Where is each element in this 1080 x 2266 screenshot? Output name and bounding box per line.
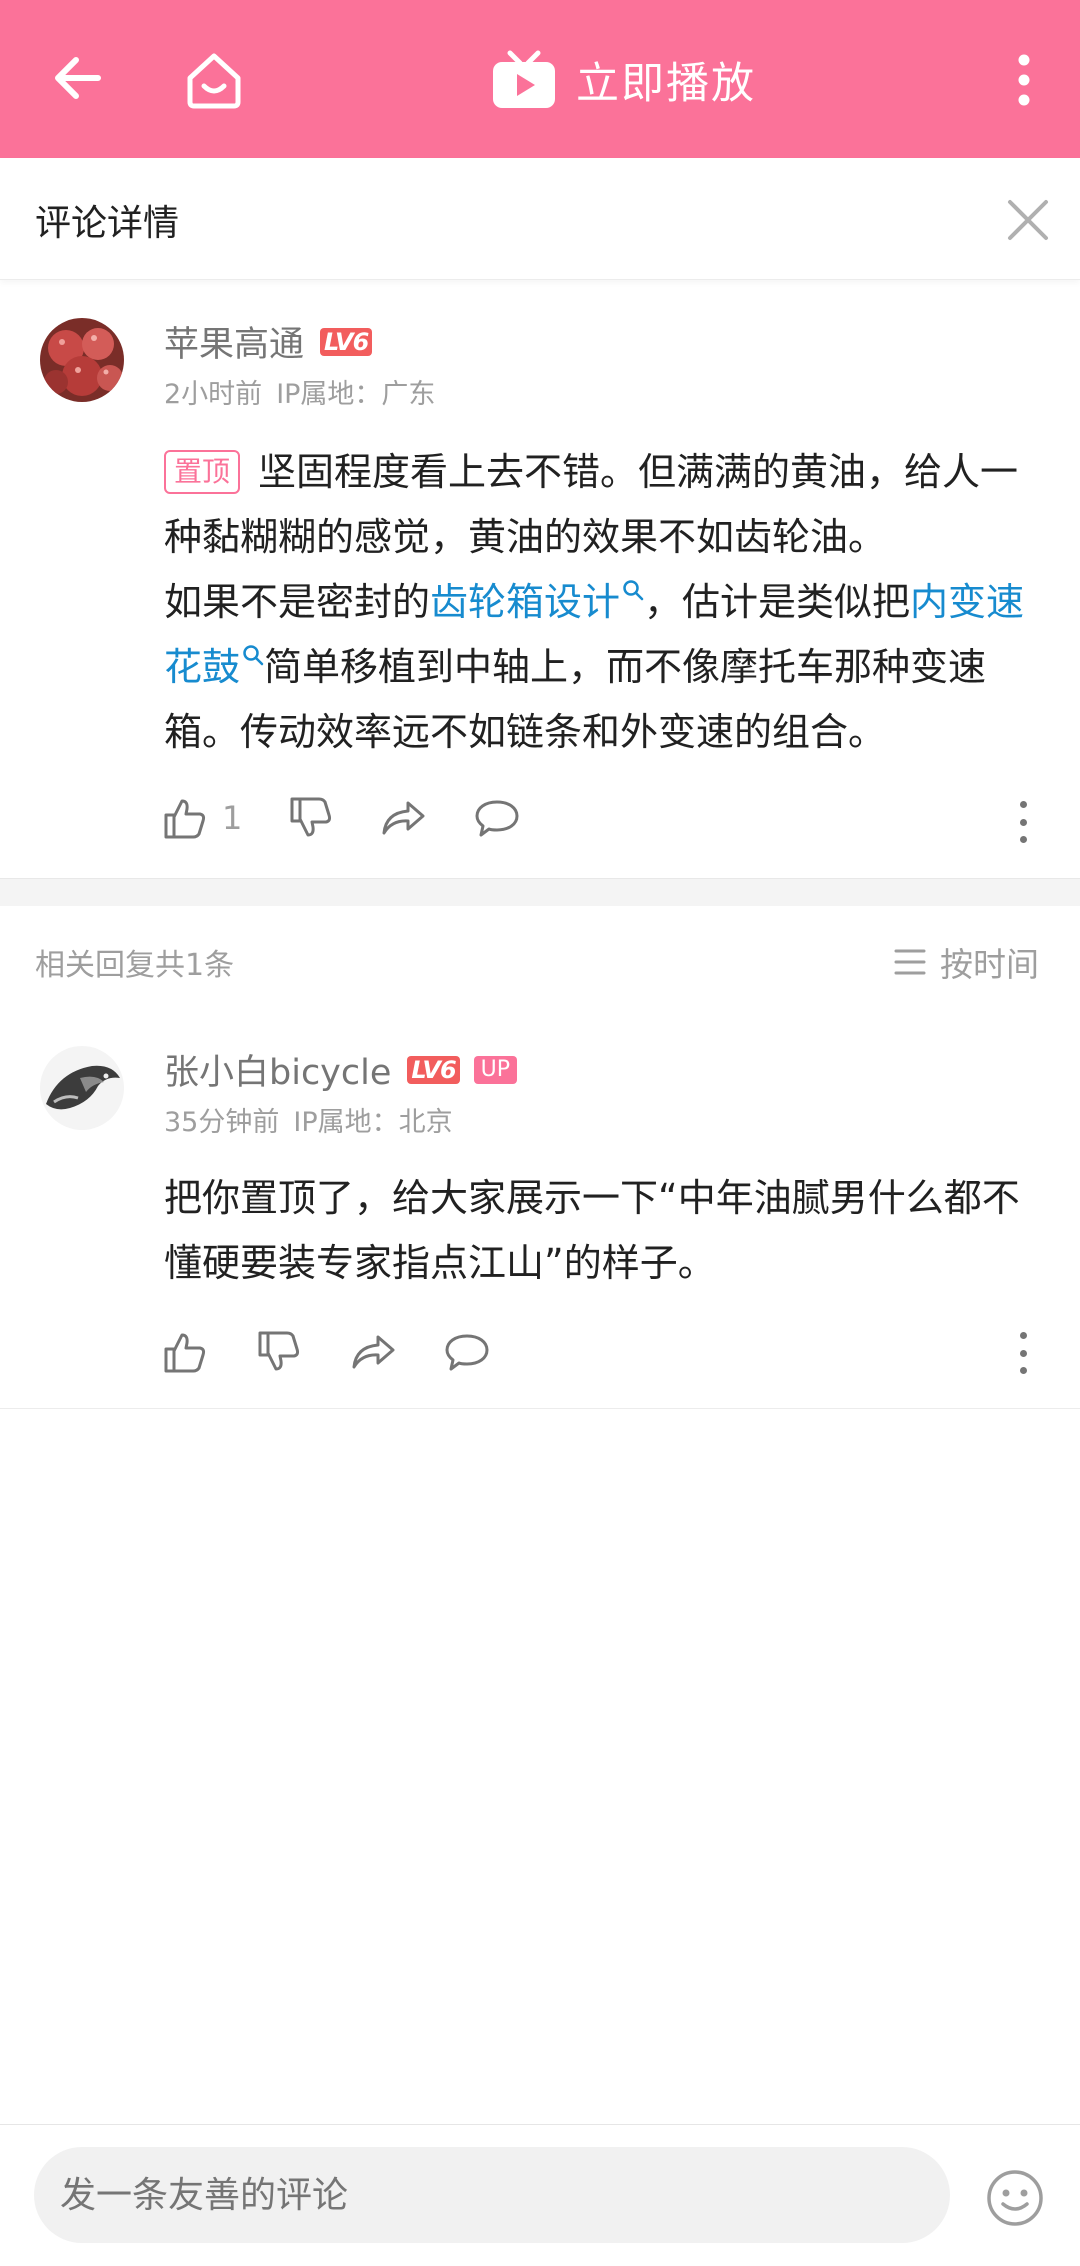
comment-input[interactable]: [34, 2147, 950, 2243]
avatar[interactable]: [40, 1046, 124, 1130]
tv-play-icon: [493, 50, 555, 108]
share-icon: [382, 801, 425, 835]
avatar[interactable]: [40, 318, 124, 402]
home-button[interactable]: [174, 40, 254, 120]
username-row: 张小白bicycle LV6 UP: [164, 1044, 518, 1095]
comment-body: 置顶 坚固程度看上去不错。但满满的黄油，给人一种黏糊糊的感觉，黄油的效果不如齿轮油…: [164, 440, 1044, 765]
emoji-button[interactable]: [985, 2168, 1045, 2228]
thumbs-up-icon: [164, 799, 206, 839]
thumbs-up-icon: [164, 1333, 206, 1373]
share-icon: [352, 1335, 395, 1369]
close-button[interactable]: [1000, 192, 1056, 248]
reply-more-button[interactable]: [1008, 1328, 1038, 1378]
play-now-button[interactable]: 立即播放: [490, 42, 756, 118]
thumbs-down-icon: [258, 1331, 300, 1371]
dislike-button[interactable]: [288, 795, 334, 841]
play-now-label: 立即播放: [576, 59, 756, 109]
level-badge: LV6: [320, 327, 373, 356]
home-icon: [187, 53, 241, 109]
reply-actions: [162, 1329, 490, 1375]
sort-label: 按时间: [940, 945, 1039, 984]
comment-time: 35分钟前: [164, 1107, 280, 1138]
comment-meta: 35分钟前 IP属地：北京: [164, 1100, 453, 1139]
section-divider: [0, 878, 1080, 906]
keyword-link[interactable]: 齿轮箱设计: [430, 580, 644, 624]
divider: [0, 1408, 1080, 1409]
comment-meta: 2小时前 IP属地：广东: [164, 372, 435, 411]
comment-bubble-icon: [475, 800, 519, 837]
top-app-bar: 立即播放: [0, 0, 1080, 158]
replies-count: 相关回复共1条: [35, 948, 235, 983]
like-count: 1: [222, 799, 243, 837]
thumbs-down-icon: [290, 797, 332, 837]
more-vertical-icon: [1018, 54, 1030, 106]
uploader-badge: UP: [473, 1055, 518, 1084]
more-options-button[interactable]: [1000, 40, 1048, 120]
list-icon: [894, 949, 926, 975]
back-arrow-icon: [55, 57, 101, 99]
comment-time: 2小时前: [164, 379, 263, 410]
username[interactable]: 张小白bicycle: [164, 1044, 391, 1095]
username[interactable]: 苹果高通: [164, 316, 304, 367]
comment-bubble-icon: [445, 1334, 489, 1371]
search-icon: [243, 645, 264, 666]
comment-detail-header: 评论详情: [0, 158, 1080, 280]
ip-location: IP属地：北京: [293, 1107, 453, 1138]
avatar-lychee-image: [40, 318, 124, 402]
sort-by-time-button[interactable]: 按时间: [894, 938, 1039, 986]
keyword-text: 齿轮箱设计: [430, 580, 621, 624]
reply-body: 把你置顶了，给大家展示一下“中年油腻男什么都不懂硬要装专家指点江山”的样子。: [164, 1176, 1020, 1285]
comment-text: 坚固程度看上去不错。但满满的黄油，给人一种黏糊糊的感觉，黄油的效果不如齿轮油。: [164, 450, 1019, 559]
share-button[interactable]: [350, 1329, 396, 1375]
reply-button[interactable]: [474, 795, 520, 841]
dislike-button[interactable]: [256, 1329, 302, 1375]
close-icon: [1008, 200, 1048, 240]
emoji-icon: [987, 2170, 1043, 2226]
back-button[interactable]: [40, 40, 116, 116]
username-row: 苹果高通 LV6: [164, 316, 373, 367]
reply-button[interactable]: [444, 1329, 490, 1375]
comment-more-button[interactable]: [1008, 797, 1038, 847]
ip-location: IP属地：广东: [276, 379, 436, 410]
avatar-bird-image: [40, 1046, 124, 1130]
comment-text: 如果不是密封的: [164, 580, 431, 624]
panel-title: 评论详情: [35, 203, 180, 244]
comment-text: ，估计是类似把: [644, 580, 911, 624]
comment-text: 简单移植到中轴上，而不像摩托车那种变速箱。传动效率远不如链条和外变速的组合。: [164, 645, 987, 754]
comment-actions: 1: [162, 795, 520, 841]
like-button[interactable]: 1: [162, 795, 242, 841]
like-button[interactable]: [162, 1329, 208, 1375]
share-button[interactable]: [380, 795, 426, 841]
level-badge: LV6: [407, 1055, 460, 1084]
pinned-badge: 置顶: [164, 450, 241, 494]
search-icon: [623, 580, 644, 601]
